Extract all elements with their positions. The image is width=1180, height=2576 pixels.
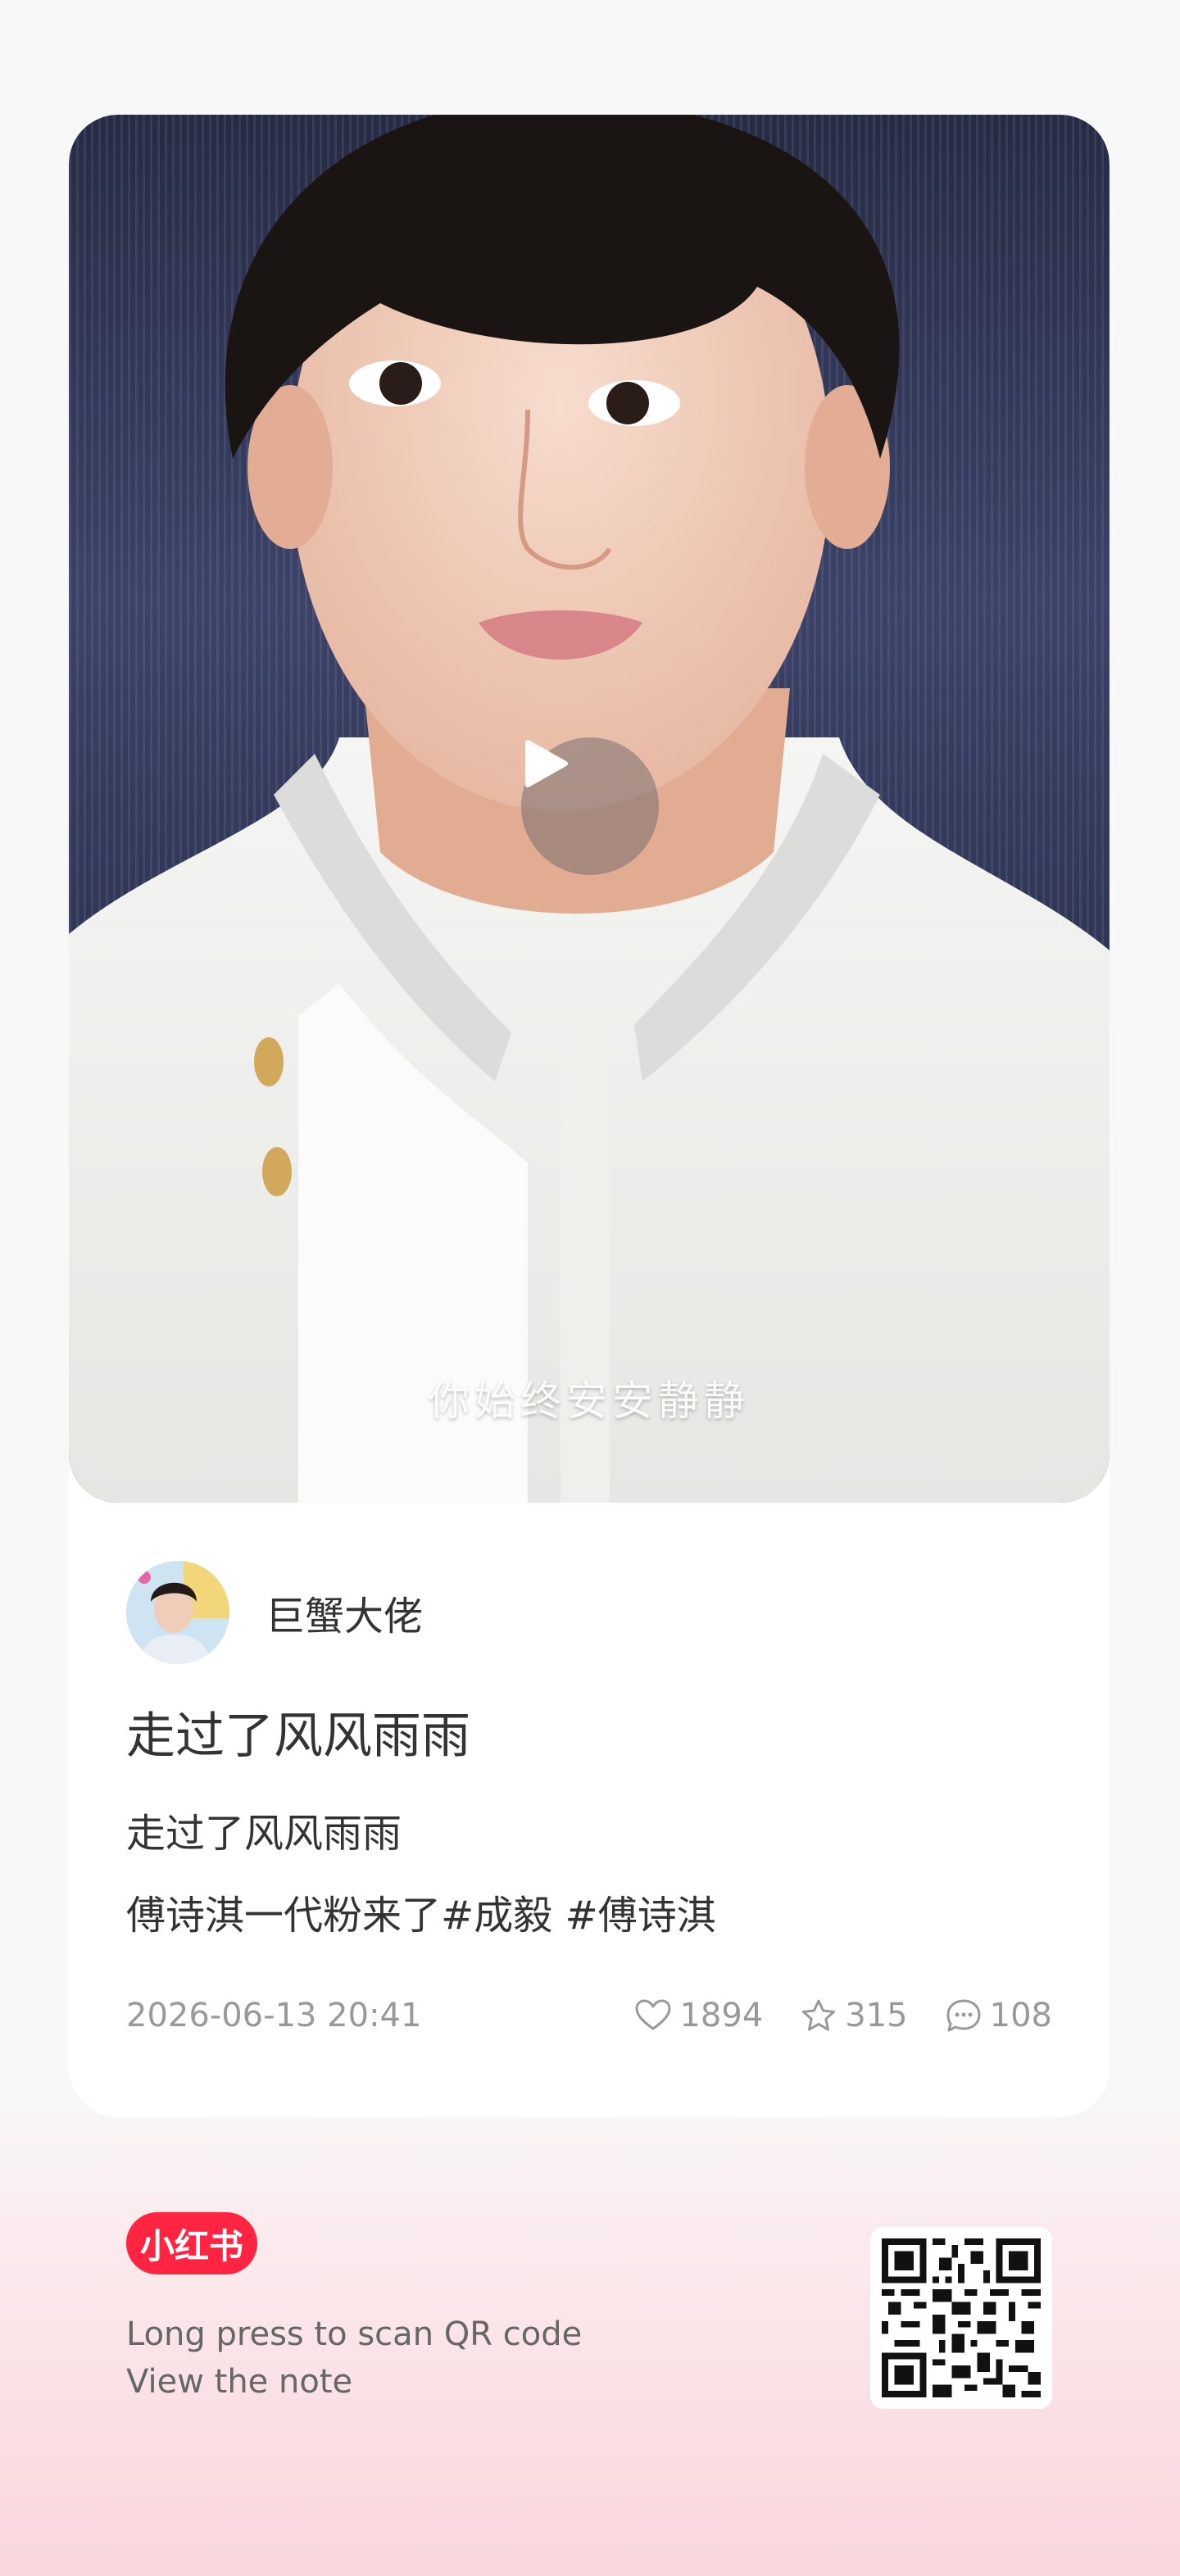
footer-text: Long press to scan QR code View the note	[126, 2311, 582, 2406]
like-stat[interactable]: 1894	[635, 1997, 763, 2034]
comment-count: 108	[989, 1997, 1052, 2034]
author-row[interactable]: 巨蟹大佬	[126, 1560, 423, 1665]
note-title: 走过了风风雨雨	[126, 1708, 470, 1765]
play-icon	[525, 740, 568, 787]
video-subtitle: 你始终安安静静	[429, 1377, 750, 1425]
footer-line-1: Long press to scan QR code	[126, 2315, 583, 2353]
hashtag-link[interactable]: #傅诗淇	[565, 1893, 716, 1939]
post-date: 2026-06-13 20:41	[126, 1997, 422, 2034]
like-count: 1894	[679, 1997, 764, 2034]
note-card: 你始终安安静静 巨蟹大佬 走过了风风雨雨 走过了风风雨雨 傅诗淇一代粉来了#成毅…	[69, 115, 1110, 2117]
note-meta: 2026-06-13 20:41 1894 315 108	[126, 1991, 1052, 2040]
footer-line-2: View the note	[126, 2363, 353, 2401]
collect-stat[interactable]: 315	[801, 1997, 908, 2034]
qr-code-image	[882, 2238, 1041, 2397]
collect-count: 315	[845, 1997, 908, 2034]
xiaohongshu-logo: 小红书	[126, 2212, 257, 2274]
desc-line-2: 傅诗淇一代粉来了#成毅 #傅诗淇	[126, 1875, 716, 1957]
qr-code[interactable]	[870, 2227, 1052, 2409]
hashtag-link[interactable]: #成毅	[441, 1893, 552, 1939]
heart-icon	[635, 1999, 671, 2030]
video-cover[interactable]: 你始终安安静静	[69, 115, 1110, 1503]
comment-stat[interactable]: 108	[946, 1997, 1052, 2034]
avatar[interactable]	[126, 1561, 229, 1664]
comment-icon	[946, 1999, 981, 2032]
avatar-image	[126, 1561, 229, 1664]
desc-line-1: 走过了风风雨雨	[126, 1811, 402, 1857]
note-description: 走过了风风雨雨 傅诗淇一代粉来了#成毅 #傅诗淇	[126, 1793, 716, 1957]
desc-line-2-text: 傅诗淇一代粉来了	[126, 1893, 442, 1939]
stats: 1894 315 108	[597, 1997, 1052, 2034]
author-name[interactable]: 巨蟹大佬	[266, 1584, 423, 1641]
play-button[interactable]	[521, 737, 659, 875]
star-icon	[802, 1999, 836, 2031]
